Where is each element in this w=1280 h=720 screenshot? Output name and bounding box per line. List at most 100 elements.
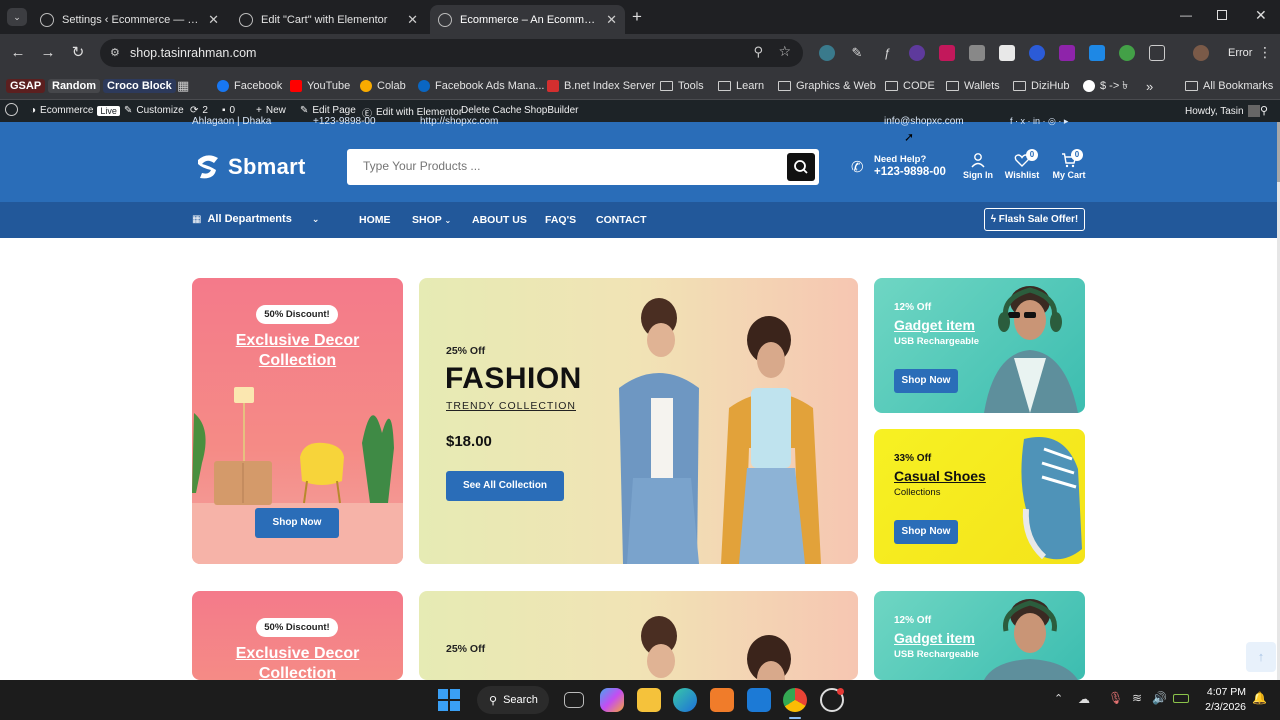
nav-about[interactable]: ABOUT US xyxy=(472,214,527,226)
help-phone[interactable]: +123-9898-00 xyxy=(874,166,946,178)
copilot-icon[interactable] xyxy=(600,688,624,712)
extension-icon[interactable] xyxy=(939,45,955,61)
address-bar[interactable]: ⚙ shop.tasinrahman.com ⚲ ☆ xyxy=(100,39,803,67)
bookmark-tools[interactable]: Tools xyxy=(660,77,704,95)
tab-ecommerce[interactable]: Ecommerce – An Ecommerce Website ✕ xyxy=(430,5,625,34)
wp-shopbuilder[interactable]: ShopBuilder xyxy=(524,105,578,116)
all-bookmarks[interactable]: All Bookmarks xyxy=(1185,77,1273,95)
tray-chevron-icon[interactable]: ⌃ xyxy=(1054,692,1063,705)
sign-in-button[interactable]: Sign In xyxy=(960,152,996,180)
scroll-top-button[interactable]: ↑ xyxy=(1246,642,1276,672)
bookmark-gsap[interactable]: GSAP xyxy=(6,77,46,95)
social-icons[interactable]: f · x · in · ◎ · ▸ xyxy=(1010,116,1068,127)
avatar[interactable] xyxy=(1193,45,1209,61)
bookmark-learn[interactable]: Learn xyxy=(718,77,764,95)
bookmark-wallets[interactable]: Wallets xyxy=(946,77,1000,95)
extension-icon[interactable] xyxy=(999,45,1015,61)
bookmark-currency[interactable]: $ -> ৳ xyxy=(1083,77,1128,95)
bookmark-bnet[interactable]: B.net Index Server xyxy=(547,77,655,95)
cart-button[interactable]: My Cart 0 xyxy=(1049,149,1089,180)
extension-icon[interactable] xyxy=(909,45,925,61)
star-icon[interactable]: ☆ xyxy=(778,43,791,60)
back-button[interactable]: ← xyxy=(8,43,28,63)
bookmark-random[interactable]: Random xyxy=(48,77,100,95)
site-logo[interactable]: Sbmart xyxy=(192,152,306,182)
microphone-icon[interactable]: 🎙 xyxy=(1108,691,1123,705)
bookmark-code[interactable]: CODE xyxy=(885,77,935,95)
wp-new[interactable]: + New xyxy=(256,105,286,116)
puzzle-icon[interactable] xyxy=(1149,45,1165,61)
file-explorer-icon[interactable] xyxy=(637,688,661,712)
fashion-banner[interactable]: 25% Off FASHION TRENDY COLLECTION $18.00… xyxy=(419,278,858,564)
shoes-banner[interactable]: 33% Off Casual Shoes Collections Shop No… xyxy=(874,429,1085,564)
close-icon[interactable]: ✕ xyxy=(407,12,418,28)
gadget-banner-2[interactable]: 12% Off Gadget item USB Rechargeable xyxy=(874,591,1085,680)
bookmark-colab[interactable]: Colab xyxy=(360,77,406,95)
see-all-collection-button[interactable]: See All Collection xyxy=(446,471,564,501)
bookmark-graphics[interactable]: Graphics & Web xyxy=(778,77,876,95)
search-input[interactable] xyxy=(363,159,763,173)
nav-contact[interactable]: CONTACT xyxy=(596,214,647,226)
pen-extension-icon[interactable]: ✎ xyxy=(849,45,865,61)
close-icon[interactable]: ✕ xyxy=(208,12,219,28)
apps-icon[interactable]: ▦ xyxy=(177,77,189,95)
wp-updates[interactable]: ⟳ 2 xyxy=(190,105,208,116)
decor-banner-2[interactable]: 50% Discount! Exclusive Decor Collection xyxy=(192,591,403,680)
menu-icon[interactable]: ⋮ xyxy=(1258,44,1272,61)
extension-icon[interactable] xyxy=(1119,45,1135,61)
battery-icon[interactable] xyxy=(1173,694,1189,703)
forward-button[interactable]: → xyxy=(38,43,58,63)
gadget-shop-now-button[interactable]: Shop Now xyxy=(894,369,958,393)
bookmark-croco-block[interactable]: Croco Block xyxy=(103,77,176,95)
wordpress-icon[interactable] xyxy=(5,103,18,116)
site-info-icon[interactable]: ⚙ xyxy=(110,46,120,59)
extension-icon[interactable] xyxy=(1029,45,1045,61)
fashion-banner-2[interactable]: 25% Off xyxy=(419,591,858,680)
wishlist-button[interactable]: Wishlist 0 xyxy=(1002,149,1042,180)
close-icon[interactable]: ✕ xyxy=(606,12,617,28)
task-view-icon[interactable] xyxy=(564,692,584,708)
wp-howdy[interactable]: Howdy, Tasin xyxy=(1185,105,1260,117)
tab-search-button[interactable]: ⌄ xyxy=(7,8,27,26)
new-tab-button[interactable]: + xyxy=(632,7,642,27)
nav-home[interactable]: HOME xyxy=(359,214,391,226)
edge-icon[interactable] xyxy=(673,688,697,712)
tab-edit-cart[interactable]: Edit "Cart" with Elementor ✕ xyxy=(231,5,426,34)
volume-icon[interactable]: 🔊 xyxy=(1152,691,1167,705)
minimize-button[interactable]: — xyxy=(1180,8,1192,22)
flash-sale-button[interactable]: ϟ Flash Sale Offer! xyxy=(984,208,1085,231)
extension-icon[interactable] xyxy=(1089,45,1105,61)
taskbar-search[interactable]: ⚲ Search xyxy=(477,686,549,714)
camera-extension-icon[interactable] xyxy=(969,45,985,61)
clock-time[interactable]: 4:07 PM xyxy=(1200,686,1246,698)
wp-comments[interactable]: ▪ 0 xyxy=(222,105,235,116)
search-button[interactable] xyxy=(787,153,815,181)
wp-site-name[interactable]: ◑ Ecommerce Live xyxy=(30,105,120,116)
bookmark-facebook[interactable]: Facebook xyxy=(217,77,282,95)
wp-delete-cache[interactable]: Delete Cache xyxy=(461,105,522,116)
decor-shop-now-button[interactable]: Shop Now xyxy=(255,508,339,538)
all-departments[interactable]: ▦ All Departments ⌄ xyxy=(192,213,319,225)
font-extension-icon[interactable]: ƒ xyxy=(879,45,895,61)
notification-icon[interactable]: 🔔 xyxy=(1252,691,1267,705)
bookmark-youtube[interactable]: YouTube xyxy=(290,77,350,95)
error-button[interactable]: Error xyxy=(1220,42,1260,64)
wp-edit-page[interactable]: ✎ Edit Page xyxy=(300,105,356,116)
reload-button[interactable]: ↻ xyxy=(68,43,88,63)
bookmark-dizihub[interactable]: DiziHub xyxy=(1013,77,1070,95)
shoes-shop-now-button[interactable]: Shop Now xyxy=(894,520,958,544)
download-extension-icon[interactable] xyxy=(1059,45,1075,61)
wp-customize[interactable]: ✎ Customize xyxy=(124,105,184,116)
decor-banner[interactable]: 50% Discount! Exclusive Decor Collection… xyxy=(192,278,403,564)
tab-settings[interactable]: Settings ‹ Ecommerce — WordPress ✕ xyxy=(32,5,227,34)
chrome-icon[interactable] xyxy=(783,688,807,712)
wp-search-icon[interactable]: ⚲ xyxy=(1260,104,1268,117)
clock-date[interactable]: 2/3/2026 xyxy=(1198,701,1246,713)
bookmark-facebook-ads[interactable]: Facebook Ads Mana... xyxy=(418,77,544,95)
xampp-icon[interactable] xyxy=(710,688,734,712)
nav-shop[interactable]: SHOP ⌄ xyxy=(412,214,451,226)
onedrive-icon[interactable]: ☁ xyxy=(1078,692,1090,706)
extension-icon[interactable] xyxy=(819,45,835,61)
more-bookmarks-icon[interactable]: » xyxy=(1146,77,1153,95)
maximize-button[interactable] xyxy=(1217,10,1227,20)
